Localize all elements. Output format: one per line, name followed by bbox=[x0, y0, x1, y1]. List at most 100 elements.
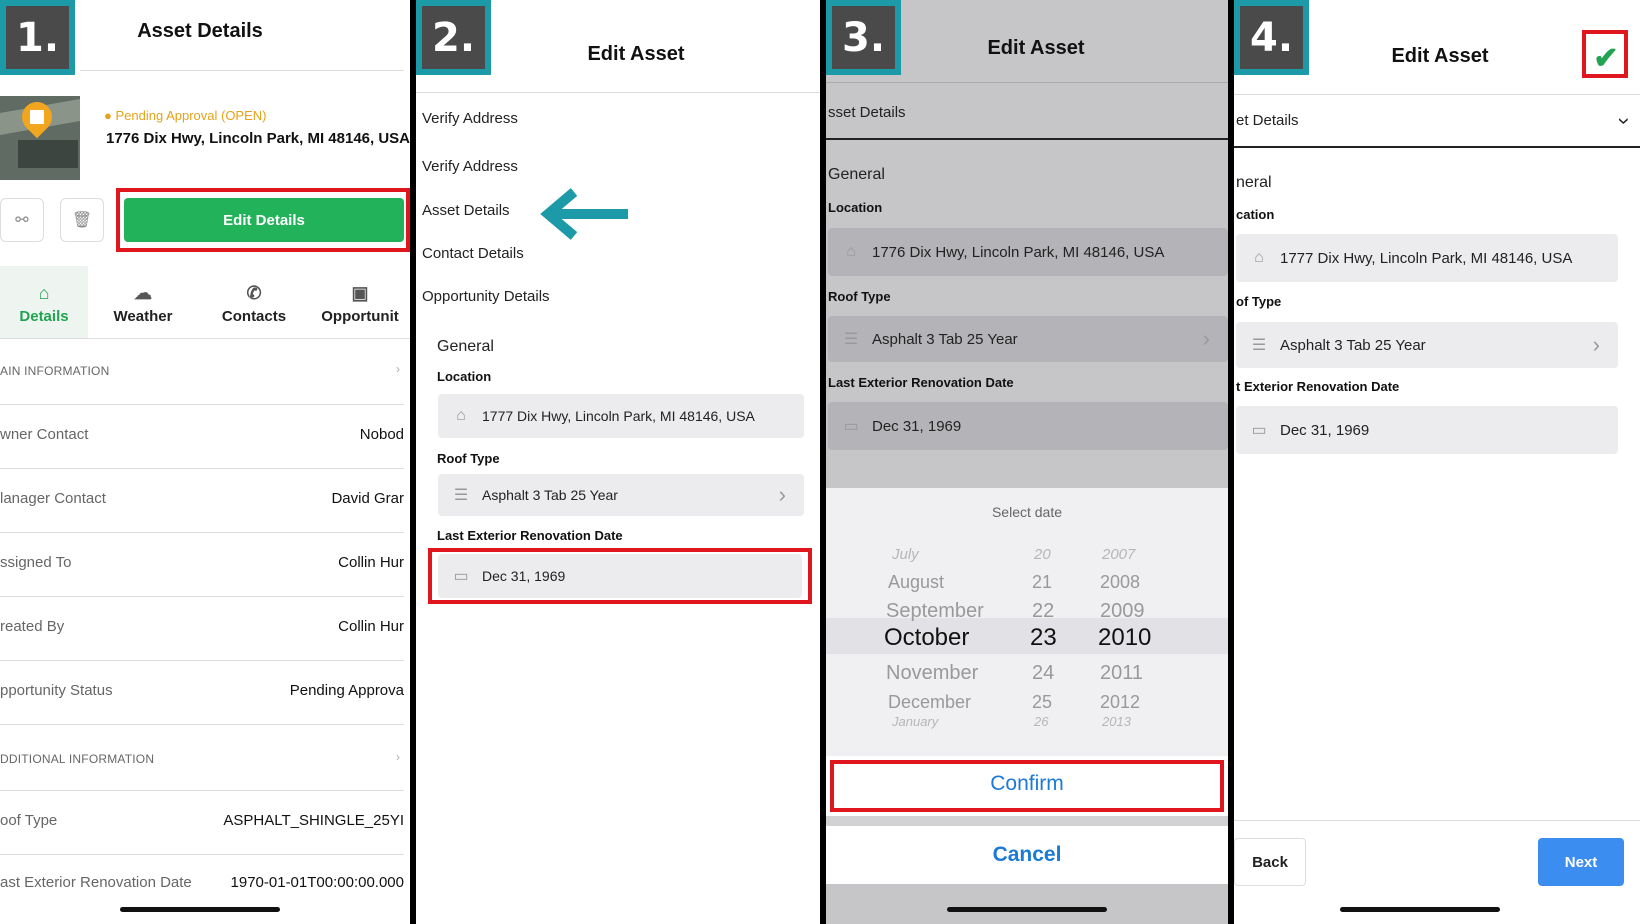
picker-month[interactable]: July bbox=[892, 546, 919, 563]
asset-address: 1776 Dix Hwy, Lincoln Park, MI 48146, US… bbox=[106, 130, 410, 147]
roof-type-select[interactable]: ☰ Asphalt 3 Tab 25 Year › bbox=[1236, 322, 1618, 368]
picker-month-selected[interactable]: October bbox=[884, 624, 969, 652]
home-icon: ⌂ bbox=[1254, 249, 1264, 266]
row-value: ASPHALT_SHINGLE_25YI bbox=[223, 812, 404, 829]
picker-day[interactable]: 26 bbox=[1034, 714, 1048, 729]
renovation-date-field[interactable]: ▭ Dec 31, 1969 bbox=[828, 402, 1228, 450]
trash-icon: 🗑 bbox=[71, 212, 93, 229]
roof-type-label: of Type bbox=[1236, 294, 1282, 309]
picker-year[interactable]: 2008 bbox=[1100, 572, 1140, 593]
menu-verify-address[interactable]: Verify Address bbox=[422, 110, 518, 127]
menu-verify-address-2[interactable]: Verify Address bbox=[422, 158, 518, 175]
share-button[interactable]: ⚯ bbox=[0, 198, 44, 242]
menu-asset-details[interactable]: Asset Details bbox=[422, 202, 510, 219]
section-general: General bbox=[437, 338, 494, 355]
picker-year[interactable]: 2012 bbox=[1100, 692, 1140, 713]
divider bbox=[1234, 820, 1640, 821]
row-label: wner Contact bbox=[0, 426, 89, 443]
picker-day[interactable]: 25 bbox=[1032, 692, 1052, 713]
picker-day[interactable]: 22 bbox=[1032, 600, 1054, 623]
home-icon: ⌂ bbox=[38, 283, 50, 303]
home-indicator bbox=[1340, 907, 1500, 912]
chevron-right-icon: › bbox=[1592, 332, 1600, 357]
row-label: lanager Contact bbox=[0, 490, 106, 507]
location-field[interactable]: ⌂ 1777 Dix Hwy, Lincoln Park, MI 48146, U… bbox=[438, 394, 804, 438]
picker-month[interactable]: January bbox=[892, 714, 938, 729]
picker-month[interactable]: December bbox=[888, 692, 971, 713]
home-icon: ⌂ bbox=[846, 243, 856, 260]
picker-year-selected[interactable]: 2010 bbox=[1098, 624, 1151, 652]
renovation-date-label: Last Exterior Renovation Date bbox=[828, 375, 1014, 390]
picker-day[interactable]: 21 bbox=[1032, 572, 1052, 593]
step-number: 1. bbox=[6, 6, 69, 69]
renovation-date-label: t Exterior Renovation Date bbox=[1236, 379, 1400, 394]
chevron-down-icon[interactable]: › bbox=[1611, 117, 1637, 124]
row-label: pportunity Status bbox=[0, 682, 113, 699]
step-badge: 4. bbox=[1234, 0, 1309, 75]
renovation-date-field[interactable]: ▭ Dec 31, 1969 bbox=[1236, 406, 1618, 454]
date-picker-sheet[interactable]: Select date July August September Octobe… bbox=[826, 488, 1228, 756]
location-label: Location bbox=[828, 200, 883, 215]
tab-contacts[interactable]: ✆ Contacts bbox=[198, 266, 310, 338]
back-button[interactable]: Back bbox=[1234, 838, 1306, 886]
picker-year[interactable]: 2013 bbox=[1102, 714, 1131, 729]
picker-day-selected[interactable]: 23 bbox=[1030, 624, 1057, 652]
picker-year[interactable]: 2011 bbox=[1100, 662, 1143, 685]
delete-button[interactable]: 🗑 bbox=[60, 198, 104, 242]
phone-icon: ✆ bbox=[246, 283, 262, 303]
divider bbox=[0, 724, 404, 725]
highlight-box bbox=[830, 760, 1224, 812]
briefcase-icon: ▣ bbox=[351, 283, 369, 303]
picker-month[interactable]: August bbox=[888, 572, 944, 593]
tab-weather[interactable]: ☁ Weather bbox=[88, 266, 198, 338]
section-main-info[interactable]: AIN INFORMATION bbox=[0, 364, 109, 378]
bank-pin-icon bbox=[15, 96, 59, 139]
roof-type-select[interactable]: ☰ Asphalt 3 Tab 25 Year › bbox=[828, 316, 1228, 362]
location-label: cation bbox=[1236, 207, 1275, 222]
asset-thumbnail[interactable] bbox=[0, 96, 80, 180]
cloud-icon: ☁ bbox=[134, 283, 152, 303]
picker-year[interactable]: 2009 bbox=[1100, 600, 1145, 623]
menu-contact-details[interactable]: Contact Details bbox=[422, 245, 524, 262]
picker-day[interactable]: 20 bbox=[1034, 546, 1051, 563]
renovation-date-label: Last Exterior Renovation Date bbox=[437, 528, 623, 543]
divider bbox=[0, 532, 404, 533]
menu-opportunity-details[interactable]: Opportunity Details bbox=[422, 288, 550, 305]
status-badge: ● Pending Approval (OPEN) bbox=[104, 108, 267, 123]
location-field[interactable]: ⌂ 1777 Dix Hwy, Lincoln Park, MI 48146, U… bbox=[1236, 234, 1618, 282]
row-value: Collin Hur bbox=[338, 618, 404, 635]
next-button[interactable]: Next bbox=[1538, 838, 1624, 886]
picker-title: Select date bbox=[991, 504, 1063, 520]
picker-year[interactable]: 2007 bbox=[1102, 546, 1135, 563]
row-value: Pending Approva bbox=[289, 682, 404, 699]
highlight-box bbox=[1582, 30, 1628, 78]
location-field[interactable]: ⌂ 1776 Dix Hwy, Lincoln Park, MI 48146, U… bbox=[828, 228, 1228, 276]
chevron-right-icon: › bbox=[778, 482, 786, 507]
step-badge: 3. bbox=[826, 0, 901, 75]
roof-type-select[interactable]: ☰ Asphalt 3 Tab 25 Year › bbox=[438, 474, 804, 516]
section-additional-info[interactable]: DDITIONAL INFORMATION bbox=[0, 752, 154, 766]
highlight-box bbox=[116, 188, 410, 252]
cancel-button[interactable]: Cancel bbox=[826, 826, 1228, 884]
step-number: 3. bbox=[832, 6, 895, 69]
section-asset-details[interactable]: et Details bbox=[1236, 112, 1299, 129]
share-icon: ⚯ bbox=[15, 212, 29, 229]
home-indicator bbox=[947, 907, 1107, 912]
tutorial-stage: 1. Asset Details ● Pending Approval (OPE… bbox=[0, 0, 1640, 924]
picker-month[interactable]: September bbox=[886, 600, 984, 623]
page-title: Edit Asset bbox=[587, 43, 685, 65]
tab-opportunities[interactable]: ▣ Opportunit bbox=[310, 266, 410, 338]
highlight-box bbox=[428, 548, 812, 604]
section-general: General bbox=[828, 166, 885, 183]
picker-month[interactable]: November bbox=[886, 662, 978, 685]
picker-day[interactable]: 24 bbox=[1032, 662, 1054, 685]
roof-type-label: Roof Type bbox=[437, 451, 500, 466]
divider bbox=[826, 82, 1228, 83]
section-general: neral bbox=[1236, 174, 1272, 191]
section-asset-details[interactable]: sset Details bbox=[828, 104, 906, 121]
step-number: 2. bbox=[422, 6, 485, 69]
sheet-gap bbox=[826, 816, 1228, 826]
tab-details[interactable]: ⌂ Details bbox=[0, 266, 88, 338]
step-number: 4. bbox=[1240, 6, 1303, 69]
divider bbox=[0, 468, 404, 469]
